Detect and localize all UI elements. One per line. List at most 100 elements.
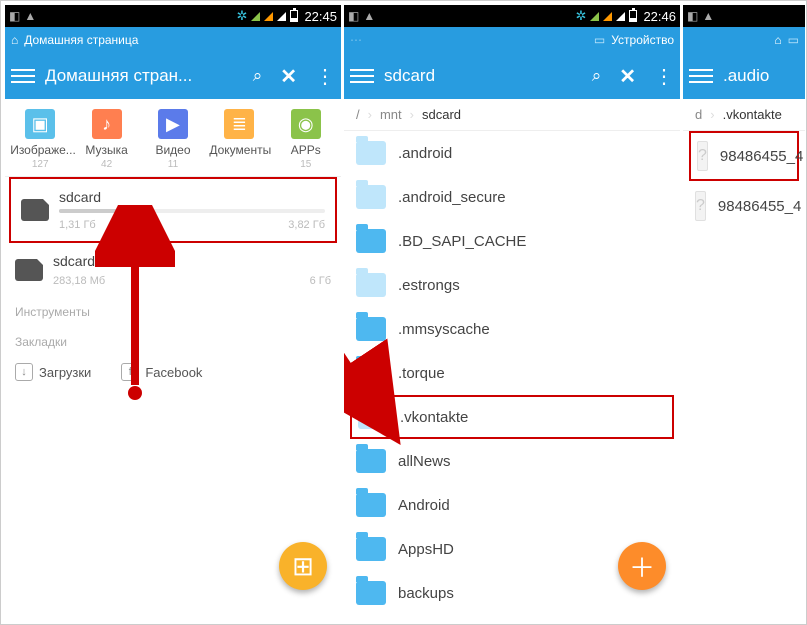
sdcard-icon	[21, 199, 49, 221]
more-icon[interactable]: ⋮	[654, 64, 674, 89]
clock-time: 22:45	[304, 9, 337, 24]
folder-row[interactable]: allNews	[344, 439, 680, 483]
crumb-vkontakte[interactable]: .vkontakte	[715, 107, 790, 122]
folder-name: backups	[398, 585, 454, 602]
folder-icon	[356, 361, 386, 385]
close-icon[interactable]: ✕	[619, 64, 636, 89]
signal-icon	[590, 12, 599, 21]
signal-icon	[616, 12, 625, 21]
storage-total: 6 Гб	[310, 275, 331, 287]
apps-icon: ◉	[291, 109, 321, 139]
folder-icon	[356, 581, 386, 605]
music-icon: ♪	[92, 109, 122, 139]
folder-row[interactable]: .estrongs	[344, 263, 680, 307]
folder-row[interactable]: .BD_SAPI_CACHE	[344, 219, 680, 263]
folder-row[interactable]: Android	[344, 483, 680, 527]
category-video[interactable]: ▶ Видео 11	[143, 109, 203, 170]
category-count: 11	[143, 159, 203, 170]
category-label: Изображе...	[10, 143, 70, 157]
category-label: Музыка	[77, 143, 137, 157]
folder-icon	[356, 185, 386, 209]
file-row[interactable]: ? 98486455_4	[683, 181, 805, 231]
document-icon: ≣	[224, 109, 254, 139]
notification-icon: ◧	[9, 9, 20, 23]
folder-row[interactable]: .torque	[344, 351, 680, 395]
fab-add-button[interactable]: ＋	[618, 542, 666, 590]
signal-icon	[603, 12, 612, 21]
app-header: .audio	[683, 53, 805, 99]
app-header: sdcard ⌕ ✕ ⋮	[344, 53, 680, 99]
close-icon[interactable]: ✕	[280, 64, 297, 89]
search-icon[interactable]: ⌕	[253, 66, 263, 86]
folder-icon	[356, 317, 386, 341]
folder-row[interactable]: .vkontakte	[350, 395, 674, 439]
image-icon: ▣	[25, 109, 55, 139]
sdcard-icon	[15, 259, 43, 281]
storage-total: 3,82 Гб	[288, 219, 325, 231]
folder-name: .mmsyscache	[398, 321, 490, 338]
folder-name: .torque	[398, 365, 445, 382]
breadcrumb: d › .vkontakte	[683, 99, 805, 131]
storage-name: sdcard2	[53, 253, 331, 269]
notification-icon: ◧	[348, 9, 359, 23]
crumb-partial[interactable]: d	[687, 107, 710, 122]
battery-icon	[629, 10, 637, 22]
bookmark-facebook[interactable]: f Facebook	[121, 363, 202, 381]
search-icon[interactable]: ⌕	[592, 66, 602, 86]
screen-audio: ◧ ▲ ⌂ ▭ .audio d › .vkontakte ? 98486455…	[683, 5, 805, 620]
warning-icon: ▲	[702, 9, 714, 23]
status-bar: ◧ ▲	[683, 5, 805, 27]
file-row[interactable]: ? 98486455_4	[689, 131, 799, 181]
folder-icon	[356, 229, 386, 253]
notification-icon: ◧	[687, 9, 698, 23]
section-bookmarks-label: Закладки	[5, 327, 341, 357]
category-label: APPs	[276, 143, 336, 157]
category-apps[interactable]: ◉ APPs 15	[276, 109, 336, 170]
category-count: 42	[77, 159, 137, 170]
wifi-icon: ✲	[237, 8, 248, 24]
facebook-icon: f	[121, 363, 139, 381]
category-music[interactable]: ♪ Музыка 42	[77, 109, 137, 170]
crumb-mnt[interactable]: mnt	[372, 107, 410, 122]
tab-prev[interactable]: ⋯	[350, 33, 362, 47]
fab-button[interactable]: ⊞	[279, 542, 327, 590]
crumb-sdcard[interactable]: sdcard	[414, 107, 469, 122]
category-count: 15	[276, 159, 336, 170]
folder-name: Android	[398, 497, 450, 514]
folder-icon	[356, 449, 386, 473]
wifi-icon: ✲	[576, 8, 587, 24]
category-documents[interactable]: ≣ Документы	[209, 109, 269, 170]
folder-row[interactable]: .mmsyscache	[344, 307, 680, 351]
breadcrumb: / › mnt › sdcard	[344, 99, 680, 131]
folder-icon	[356, 537, 386, 561]
tab-home-label[interactable]: Домашняя страница	[24, 33, 138, 47]
storage-sdcard2[interactable]: sdcard2 283,18 Мб 6 Гб	[5, 243, 341, 297]
storage-used: 1,31 Гб	[59, 219, 96, 231]
file-unknown-icon: ?	[697, 141, 708, 171]
header-title: sdcard	[384, 66, 586, 86]
file-name: 98486455_4	[720, 148, 803, 165]
menu-button[interactable]	[689, 64, 713, 88]
warning-icon: ▲	[363, 9, 375, 23]
folder-list[interactable]: .android.android_secure.BD_SAPI_CACHE.es…	[344, 131, 680, 615]
crumb-root[interactable]: /	[348, 107, 368, 122]
clock-time: 22:46	[643, 9, 676, 24]
category-count: 127	[10, 159, 70, 170]
home-icon: ⌂	[774, 33, 781, 47]
category-label: Видео	[143, 143, 203, 157]
tab-strip: ⋯ ▭ Устройство	[344, 27, 680, 53]
bookmark-label: Facebook	[145, 365, 202, 380]
folder-row[interactable]: .android_secure	[344, 175, 680, 219]
battery-icon	[290, 10, 298, 22]
folder-icon	[356, 141, 386, 165]
menu-button[interactable]	[350, 64, 374, 88]
folder-row[interactable]: .android	[344, 131, 680, 175]
storage-sdcard[interactable]: sdcard 1,31 Гб 3,82 Гб	[9, 177, 337, 243]
category-images[interactable]: ▣ Изображе... 127	[10, 109, 70, 170]
bookmark-downloads[interactable]: ↓ Загрузки	[15, 363, 91, 381]
menu-button[interactable]	[11, 64, 35, 88]
folder-name: .vkontakte	[400, 409, 468, 426]
tab-device-label[interactable]: Устройство	[611, 33, 674, 47]
signal-icon	[277, 12, 286, 21]
more-icon[interactable]: ⋮	[315, 64, 335, 89]
